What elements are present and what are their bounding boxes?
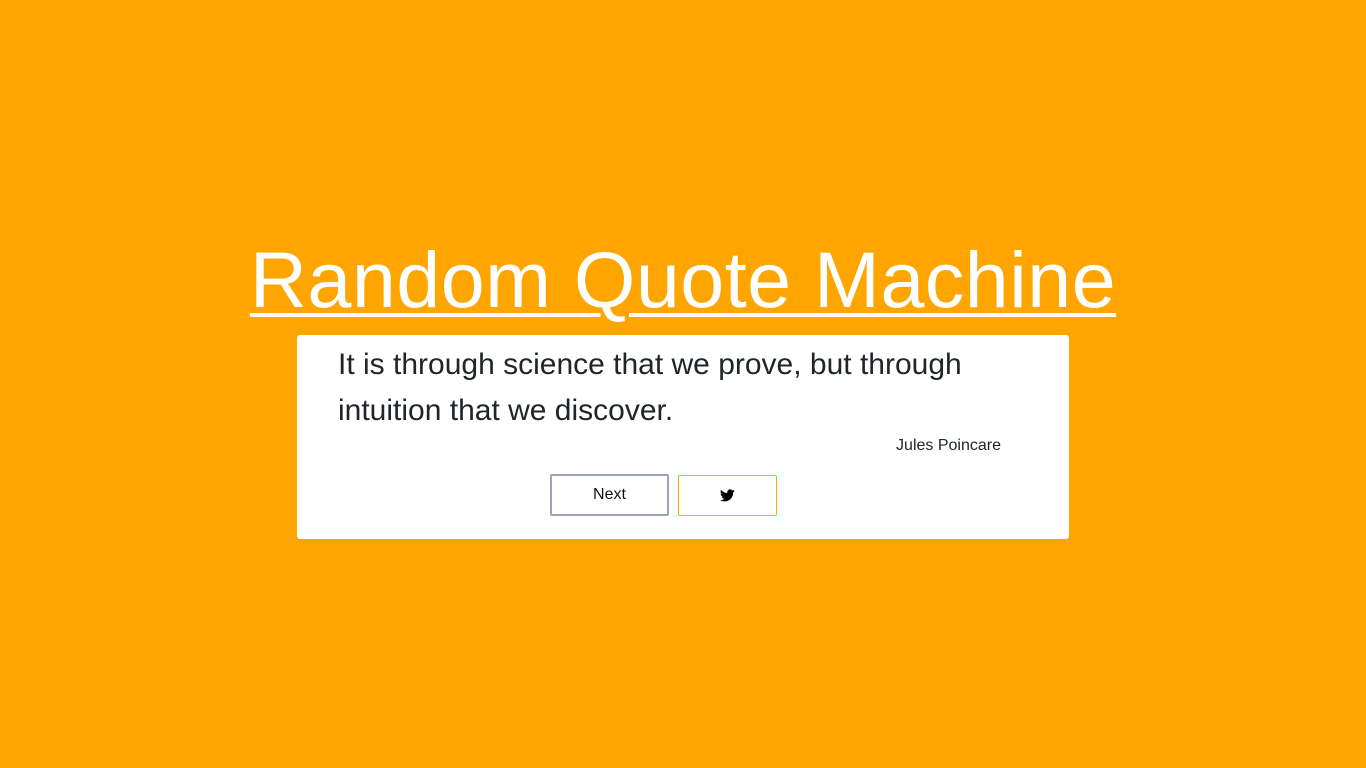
next-quote-button[interactable]: Next bbox=[550, 474, 669, 516]
quote-card: It is through science that we prove, but… bbox=[297, 335, 1069, 539]
twitter-icon bbox=[720, 489, 735, 502]
tweet-quote-button[interactable] bbox=[678, 475, 777, 516]
quote-author: Jules Poincare bbox=[896, 437, 1001, 454]
quote-text: It is through science that we prove, but… bbox=[338, 348, 962, 427]
page-title-link[interactable]: Random Quote Machine bbox=[0, 232, 1366, 328]
